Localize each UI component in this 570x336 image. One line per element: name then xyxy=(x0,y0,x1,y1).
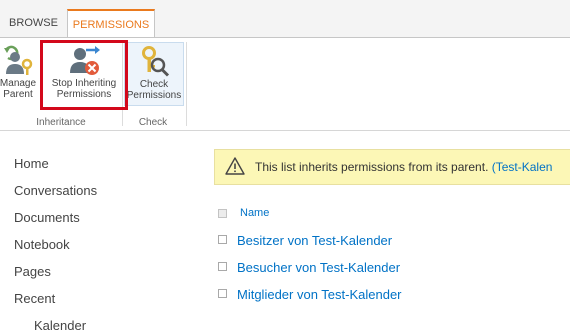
manage-parent-icon xyxy=(4,45,33,75)
tab-permissions[interactable]: PERMISSIONS xyxy=(67,9,155,37)
nav-item-home[interactable]: Home xyxy=(14,156,49,171)
row-checkbox[interactable] xyxy=(218,262,227,271)
ribbon-group-divider xyxy=(122,42,123,126)
parent-site-link[interactable]: (Test-Kalen xyxy=(492,160,553,174)
check-permissions-label-line2: Permissions xyxy=(126,90,182,101)
stop-inheriting-icon xyxy=(70,46,100,75)
nav-item-kalender[interactable]: Kalender xyxy=(34,318,86,333)
warning-icon xyxy=(225,157,245,175)
check-permissions-label-line1: Check xyxy=(139,79,169,90)
stop-inheriting-label-line2: Permissions xyxy=(56,89,112,100)
select-all-checkbox[interactable] xyxy=(218,209,227,218)
ribbon-group-label-inheritance: Inheritance xyxy=(36,117,86,128)
nav-item-recent[interactable]: Recent xyxy=(14,291,55,306)
nav-item-conversations[interactable]: Conversations xyxy=(14,183,97,198)
ribbon-group-divider xyxy=(186,42,187,126)
ribbon-tab-strip: BROWSE PERMISSIONS xyxy=(0,0,570,37)
column-header-name[interactable]: Name xyxy=(240,207,269,219)
nav-item-notebook[interactable]: Notebook xyxy=(14,237,70,252)
check-permissions-button[interactable]: Check Permissions xyxy=(124,42,184,106)
ribbon-group-label-check: Check xyxy=(138,117,168,128)
stop-inheriting-label-line1: Stop Inheriting xyxy=(51,78,117,89)
manage-parent-label-line2: Parent xyxy=(3,89,33,100)
row-checkbox[interactable] xyxy=(218,235,227,244)
banner-message: This list inherits permissions from its … xyxy=(255,160,552,174)
row-checkbox[interactable] xyxy=(218,289,227,298)
check-permissions-icon xyxy=(142,46,170,77)
inheritance-status-banner: This list inherits permissions from its … xyxy=(214,149,570,185)
group-link-mitglieder[interactable]: Mitglieder von Test-Kalender xyxy=(237,287,402,302)
manage-parent-label-line1: Manage xyxy=(0,78,37,89)
nav-item-pages[interactable]: Pages xyxy=(14,264,51,279)
banner-text: This list inherits permissions from its … xyxy=(255,160,489,174)
tab-browse[interactable]: BROWSE xyxy=(0,9,67,37)
ribbon: Manage Parent Stop Inheriting Permission… xyxy=(0,37,570,131)
group-link-besucher[interactable]: Besucher von Test-Kalender xyxy=(237,260,400,275)
manage-parent-button[interactable]: Manage Parent xyxy=(0,42,42,106)
group-link-besitzer[interactable]: Besitzer von Test-Kalender xyxy=(237,233,392,248)
nav-item-documents[interactable]: Documents xyxy=(14,210,80,225)
stop-inheriting-permissions-button[interactable]: Stop Inheriting Permissions xyxy=(42,42,126,106)
